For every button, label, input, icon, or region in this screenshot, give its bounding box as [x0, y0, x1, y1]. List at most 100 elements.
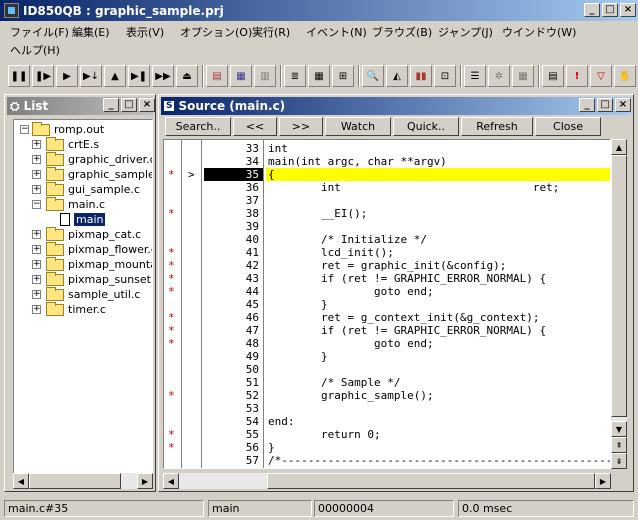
- menu-options[interactable]: オプション(O): [180, 24, 252, 40]
- tree-item-romp-out[interactable]: romp.out: [32, 121, 104, 137]
- stack-icon[interactable]: ☰: [464, 65, 486, 87]
- tree-item-main-function[interactable]: main: [60, 212, 106, 227]
- step-return-icon[interactable]: ▶❚: [128, 65, 150, 87]
- refresh-button[interactable]: Refresh: [461, 117, 533, 136]
- line-number[interactable]: 42: [204, 259, 259, 272]
- scroll-up-icon[interactable]: ▲: [611, 139, 627, 155]
- page-up-icon[interactable]: ⇞: [611, 437, 627, 453]
- code-line[interactable]: /* Sample */: [268, 376, 400, 389]
- line-number[interactable]: 40: [204, 233, 259, 246]
- disabled-icon[interactable]: ▥: [254, 65, 276, 87]
- code-line[interactable]: ret = g_context_init(&g_context);: [268, 311, 540, 324]
- page-down-icon[interactable]: ⇟: [611, 453, 627, 469]
- code-line[interactable]: __EI();: [268, 207, 367, 220]
- expand-toggle[interactable]: +: [32, 260, 41, 269]
- code-line[interactable]: goto end;: [268, 285, 434, 298]
- watch-button[interactable]: Watch: [325, 117, 391, 136]
- expand-toggle[interactable]: +: [32, 305, 41, 314]
- expand-toggle[interactable]: +: [32, 140, 41, 149]
- tree-item-main-c[interactable]: main.c: [46, 196, 105, 212]
- line-number[interactable]: 37: [204, 194, 259, 207]
- menu-file[interactable]: ファイル(F): [10, 24, 69, 40]
- stop-icon[interactable]: ❚❚: [8, 65, 30, 87]
- line-number[interactable]: 36: [204, 181, 259, 194]
- code-line[interactable]: end:: [268, 415, 295, 428]
- event-icon[interactable]: ✲: [488, 65, 510, 87]
- scroll-right-icon[interactable]: ▶: [137, 473, 153, 489]
- eject-icon[interactable]: ⏏: [176, 65, 198, 87]
- code-line[interactable]: ret = graphic_init(&config);: [268, 259, 506, 272]
- line-number[interactable]: 46: [204, 311, 259, 324]
- watch-window-icon[interactable]: ⊞: [332, 65, 354, 87]
- scroll-left-icon[interactable]: ◀: [13, 473, 29, 489]
- line-number[interactable]: 39: [204, 220, 259, 233]
- table-icon[interactable]: ▤: [542, 65, 564, 87]
- code-line[interactable]: return 0;: [268, 428, 381, 441]
- expand-toggle[interactable]: +: [32, 155, 41, 164]
- tree-item-file[interactable]: timer.c: [46, 301, 106, 317]
- line-number[interactable]: 33: [204, 142, 259, 155]
- code-line[interactable]: goto end;: [268, 337, 434, 350]
- search-button[interactable]: Search..: [165, 117, 231, 136]
- line-number[interactable]: 55: [204, 428, 259, 441]
- scroll-down-icon[interactable]: ▼: [611, 421, 627, 437]
- scroll-left-icon[interactable]: ◀: [163, 473, 179, 489]
- tree-item-file[interactable]: graphic_driver.c: [46, 151, 152, 167]
- close-button[interactable]: ×: [620, 3, 636, 17]
- menu-run[interactable]: 実行(R): [252, 24, 290, 40]
- source-hscroll-thumb[interactable]: [267, 473, 595, 489]
- menu-window[interactable]: ウインドウ(W): [502, 24, 576, 40]
- line-number[interactable]: 43: [204, 272, 259, 285]
- line-number[interactable]: 38: [204, 207, 259, 220]
- tree-item-file[interactable]: crtE.s: [46, 136, 99, 152]
- menu-browse[interactable]: ブラウズ(B): [372, 24, 432, 40]
- menu-view[interactable]: 表示(V): [126, 24, 164, 40]
- line-number[interactable]: 54: [204, 415, 259, 428]
- line-number[interactable]: 52: [204, 389, 259, 402]
- code-line[interactable]: lcd_init();: [268, 246, 394, 259]
- code-line[interactable]: main(int argc, char **argv): [268, 155, 447, 168]
- tree-item-file[interactable]: sample_util.c: [46, 286, 140, 302]
- code-line[interactable]: int ret;: [268, 181, 559, 194]
- restart-icon[interactable]: ❚▶: [32, 65, 54, 87]
- line-number[interactable]: 56: [204, 441, 259, 454]
- code-line[interactable]: /*--------------------------------------…: [268, 454, 610, 467]
- tree-item-file[interactable]: pixmap_cat.c: [46, 226, 141, 242]
- code-line[interactable]: int: [268, 142, 288, 155]
- expand-toggle[interactable]: +: [32, 170, 41, 179]
- graph-icon[interactable]: ◭: [386, 65, 408, 87]
- line-number[interactable]: 35: [204, 168, 263, 181]
- source-close-button[interactable]: ×: [615, 98, 631, 112]
- tree-item-file[interactable]: gui_sample.c: [46, 181, 140, 197]
- line-number[interactable]: 34: [204, 155, 259, 168]
- trace-icon[interactable]: ▦: [512, 65, 534, 87]
- list-hscrollbar[interactable]: ◀ ▶: [13, 473, 153, 489]
- line-number[interactable]: 50: [204, 363, 259, 376]
- line-number[interactable]: 51: [204, 376, 259, 389]
- chart-icon[interactable]: ▮▮: [410, 65, 432, 87]
- source-vscroll-thumb[interactable]: [611, 155, 627, 417]
- code-line[interactable]: if (ret != GRAPHIC_ERROR_NORMAL) {: [268, 324, 546, 337]
- tree-item-file[interactable]: pixmap_flower.c: [46, 241, 152, 257]
- tree-item-file[interactable]: pixmap_sunset.c: [46, 271, 152, 287]
- menu-event[interactable]: イベント(N): [306, 24, 367, 40]
- expand-toggle[interactable]: −: [32, 200, 41, 209]
- break-icon[interactable]: ▽: [590, 65, 612, 87]
- close-source-button[interactable]: Close: [535, 117, 601, 136]
- line-number[interactable]: 53: [204, 402, 259, 415]
- code-text-area[interactable]: int main(int argc, char **argv){ int ret;…: [266, 140, 610, 468]
- source-hscrollbar[interactable]: ◀ ▶: [163, 473, 611, 489]
- tree-item-file[interactable]: graphic_sample.c: [46, 166, 152, 182]
- list-close-button[interactable]: ×: [139, 98, 155, 112]
- source-vscrollbar[interactable]: ▲ ▼ ⇞ ⇟: [611, 139, 627, 469]
- upload-icon[interactable]: ▦: [230, 65, 252, 87]
- code-line[interactable]: }: [268, 441, 275, 454]
- expand-toggle[interactable]: +: [32, 290, 41, 299]
- tree-item-file[interactable]: pixmap_mountain.c: [46, 256, 152, 272]
- source-minimize-button[interactable]: _: [579, 98, 595, 112]
- code-line[interactable]: if (ret != GRAPHIC_ERROR_NORMAL) {: [268, 272, 546, 285]
- alert-icon[interactable]: !: [566, 65, 588, 87]
- minimize-button[interactable]: _: [584, 3, 600, 17]
- source-maximize-button[interactable]: □: [597, 98, 613, 112]
- hand-icon[interactable]: ✋: [614, 65, 636, 87]
